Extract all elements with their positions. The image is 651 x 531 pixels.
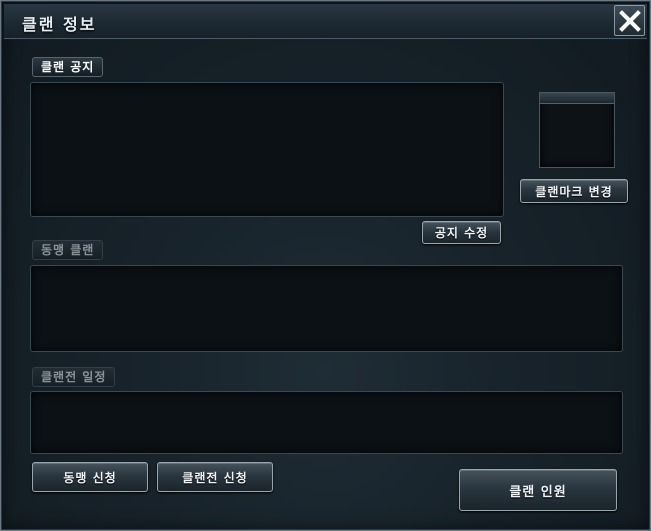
close-icon: [618, 9, 641, 32]
alliance-clan-panel[interactable]: [30, 265, 623, 352]
title-bar[interactable]: 클랜 정보: [4, 4, 647, 39]
close-button[interactable]: [614, 5, 645, 36]
clan-mark-image: [539, 92, 615, 168]
clan-info-window: 클랜 정보 클랜 공지 클랜마크 변경 공지 수정 동맹 클랜 클랜전 일정 동…: [0, 0, 651, 531]
clan-notice-panel[interactable]: [30, 82, 504, 217]
window-title: 클랜 정보: [22, 15, 97, 34]
edit-notice-button[interactable]: 공지 수정: [422, 221, 501, 244]
clan-members-button[interactable]: 클랜 인원: [459, 469, 617, 511]
clan-war-schedule-label: 클랜전 일정: [32, 367, 116, 387]
change-clan-mark-button[interactable]: 클랜마크 변경: [520, 179, 628, 203]
alliance-clan-label: 동맹 클랜: [32, 240, 104, 260]
clan-war-schedule-panel[interactable]: [30, 391, 623, 454]
clan-notice-label: 클랜 공지: [32, 57, 104, 77]
request-clan-war-button[interactable]: 클랜전 신청: [157, 462, 273, 492]
request-alliance-button[interactable]: 동맹 신청: [32, 462, 148, 492]
